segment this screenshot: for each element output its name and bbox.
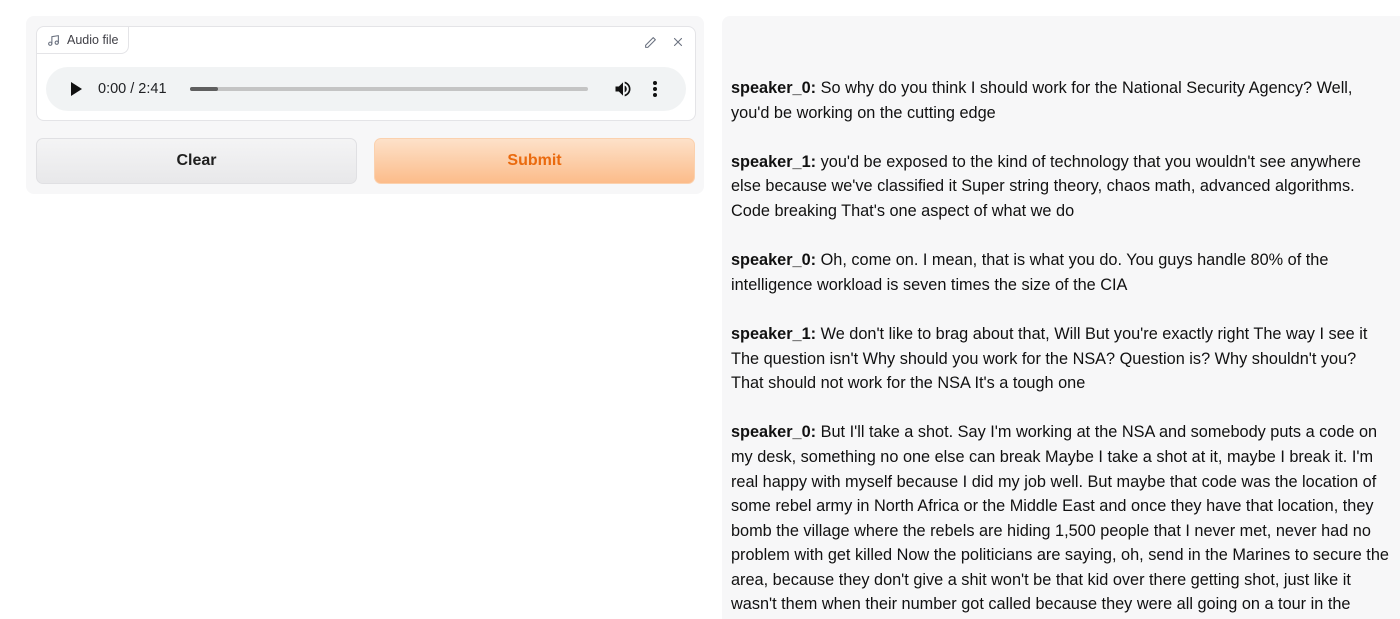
input-panel: Audio file 0:00 / 2:41 Clear Submit bbox=[26, 16, 704, 194]
utterance-text: you'd be exposed to the kind of technolo… bbox=[731, 152, 1361, 220]
play-icon[interactable] bbox=[66, 79, 86, 99]
speaker-label: speaker_0: bbox=[731, 423, 817, 442]
speaker-label: speaker_0: bbox=[731, 79, 817, 97]
music-note-icon bbox=[47, 34, 60, 47]
progress-fill bbox=[190, 87, 218, 91]
transcript-entry: speaker_1: We don't like to brag about t… bbox=[731, 322, 1393, 396]
speaker-label: speaker_0: bbox=[731, 251, 817, 270]
output-panel: speaker_0: So why do you think I should … bbox=[722, 16, 1400, 619]
utterance-text: Oh, come on. I mean, that is what you do… bbox=[731, 251, 1329, 294]
transcript-entry: speaker_0: So why do you think I should … bbox=[731, 76, 1393, 125]
audio-input: Audio file 0:00 / 2:41 bbox=[36, 26, 696, 121]
speaker-label: speaker_1: bbox=[731, 324, 817, 343]
close-icon[interactable] bbox=[669, 33, 687, 51]
transcript-entry: speaker_0: Oh, come on. I mean, that is … bbox=[731, 248, 1393, 297]
audio-player: 0:00 / 2:41 bbox=[46, 67, 686, 111]
transcript: speaker_0: So why do you think I should … bbox=[731, 76, 1393, 619]
transcript-entry: speaker_0: But I'll take a shot. Say I'm… bbox=[731, 420, 1393, 617]
time-display: 0:00 / 2:41 bbox=[98, 81, 167, 97]
utterance-text: But I'll take a shot. Say I'm working at… bbox=[731, 423, 1389, 614]
speaker-label: speaker_1: bbox=[731, 152, 817, 171]
audio-file-label-text: Audio file bbox=[67, 33, 119, 47]
progress-track[interactable] bbox=[190, 87, 588, 91]
more-options-icon[interactable] bbox=[648, 78, 662, 100]
utterance-text: We don't like to brag about that, Will B… bbox=[731, 324, 1368, 393]
audio-tools bbox=[641, 33, 687, 51]
audio-file-label: Audio file bbox=[37, 27, 130, 54]
edit-icon[interactable] bbox=[641, 33, 659, 51]
submit-button[interactable]: Submit bbox=[374, 138, 695, 184]
transcript-entry: speaker_1: you'd be exposed to the kind … bbox=[731, 150, 1393, 224]
volume-icon[interactable] bbox=[612, 78, 634, 100]
utterance-text: So why do you think I should work for th… bbox=[731, 79, 1353, 122]
clear-button[interactable]: Clear bbox=[36, 138, 357, 184]
